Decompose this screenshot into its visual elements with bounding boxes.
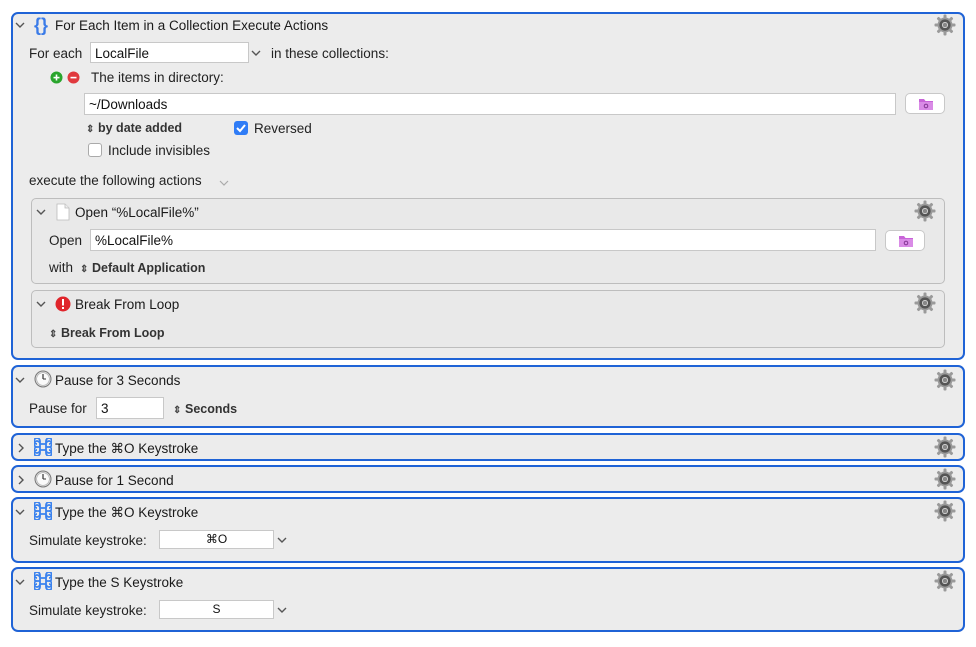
command-icon (34, 572, 52, 590)
in-collections-label: in these collections: (271, 46, 389, 61)
gear-icon[interactable] (934, 570, 956, 592)
chevron-down-icon[interactable] (15, 507, 25, 517)
gear-icon[interactable] (914, 200, 936, 222)
chevron-down-icon[interactable] (36, 299, 46, 309)
clock-icon (34, 370, 52, 388)
simulate-label: Simulate keystroke: (29, 603, 147, 618)
gear-icon[interactable] (934, 500, 956, 522)
stop-icon (55, 296, 71, 312)
chevron-right-icon[interactable] (16, 443, 26, 453)
action-title: Break From Loop (75, 297, 180, 312)
clock-icon (34, 470, 52, 488)
chevron-down-icon[interactable] (15, 577, 25, 587)
gear-icon[interactable] (914, 292, 936, 314)
open-path-field[interactable]: %LocalFile% (90, 229, 876, 251)
application-selector[interactable]: ⇕ Default Application (80, 261, 205, 275)
directory-field[interactable]: ~/Downloads (84, 93, 896, 115)
chevron-down-icon[interactable] (251, 48, 261, 58)
chevron-down-icon[interactable] (219, 178, 229, 188)
for-each-label: For each (29, 46, 83, 61)
pause-seconds-field[interactable]: 3 (96, 397, 164, 419)
collection-label: The items in directory: (91, 70, 224, 85)
chevron-down-icon[interactable] (277, 535, 287, 545)
add-collection-button[interactable] (50, 71, 63, 84)
choose-folder-button[interactable] (905, 93, 945, 114)
action-title: Open “%LocalFile%” (75, 205, 199, 220)
choose-file-button[interactable] (885, 230, 925, 251)
chevron-down-icon[interactable] (15, 20, 25, 30)
chevron-down-icon[interactable] (15, 375, 25, 385)
command-icon (34, 438, 52, 456)
time-unit-value: Seconds (185, 402, 238, 416)
reversed-checkbox[interactable] (234, 121, 248, 135)
reversed-label: Reversed (254, 121, 312, 136)
keystroke-field[interactable]: ⌘O (159, 530, 274, 549)
folder-icon (898, 235, 914, 248)
action-title: Type the ⌘O Keystroke (55, 505, 199, 520)
with-label: with (49, 260, 74, 275)
remove-collection-button[interactable] (67, 71, 80, 84)
gear-icon[interactable] (934, 468, 956, 490)
chevron-right-icon[interactable] (16, 475, 26, 485)
pause-label: Pause for (29, 401, 87, 416)
up-down-icon: ⇕ (86, 124, 95, 135)
command-icon (34, 502, 52, 520)
up-down-icon: ⇕ (80, 264, 89, 275)
chevron-down-icon[interactable] (36, 207, 46, 217)
document-icon (56, 203, 70, 221)
include-invisibles-label: Include invisibles (108, 143, 211, 158)
chevron-down-icon[interactable] (277, 605, 287, 615)
gear-icon[interactable] (934, 436, 956, 458)
action-title: Type the S Keystroke (55, 575, 184, 590)
up-down-icon: ⇕ (49, 329, 58, 340)
include-invisibles-checkbox[interactable] (88, 143, 102, 157)
application-value: Default Application (92, 261, 206, 275)
open-label: Open (49, 233, 83, 248)
sort-label: by date added (98, 121, 183, 135)
action-title: Type the ⌘O Keystroke (55, 441, 199, 456)
break-option-selector[interactable]: ⇕ Break From Loop (49, 326, 165, 340)
folder-icon (918, 98, 934, 111)
execute-label: execute the following actions (29, 173, 202, 188)
braces-icon: {} (34, 15, 49, 35)
gear-icon[interactable] (934, 369, 956, 391)
break-option-value: Break From Loop (61, 326, 165, 340)
up-down-icon: ⇕ (173, 405, 182, 416)
action-title: Pause for 1 Second (55, 473, 174, 488)
gear-icon[interactable] (934, 14, 956, 36)
variable-field[interactable]: LocalFile (90, 42, 249, 63)
time-unit-selector[interactable]: ⇕ Seconds (173, 402, 237, 416)
simulate-label: Simulate keystroke: (29, 533, 147, 548)
action-title: Pause for 3 Seconds (55, 373, 181, 388)
sort-selector[interactable]: ⇕ by date added (86, 121, 182, 135)
keystroke-field[interactable]: S (159, 600, 274, 619)
action-title: For Each Item in a Collection Execute Ac… (55, 18, 329, 33)
